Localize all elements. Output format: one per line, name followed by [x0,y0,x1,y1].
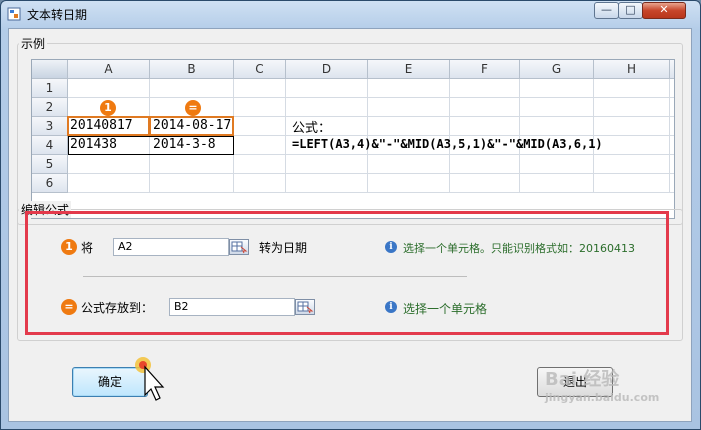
minimize-button[interactable]: — [594,2,619,19]
sheet-cell [670,136,674,155]
sheet-cell [670,174,674,193]
source-cell-picker-button[interactable] [229,239,249,255]
window-title: 文本转日期 [27,8,88,22]
title-bar[interactable]: 文本转日期 — □ ✕ [1,1,700,27]
maximize-button[interactable]: □ [618,2,643,19]
range-select-icon [297,301,314,314]
sheet-cell [670,98,674,117]
sheet-cell[interactable] [234,117,286,136]
step2-badge: = [61,299,77,315]
sheet-cell[interactable] [234,136,286,155]
column-header[interactable]: F [450,60,520,79]
step1-badge: 1 [100,100,116,116]
sheet-cell[interactable] [368,79,450,98]
sheet-cell[interactable] [368,98,450,117]
info-icon: i [385,241,397,253]
step2-badge: = [185,100,201,116]
column-header[interactable]: G [520,60,594,79]
sheet-cell[interactable] [234,98,286,117]
sheet-cell[interactable] [594,98,670,117]
sheet-cell[interactable] [286,155,368,174]
sheet-cell[interactable] [68,174,150,193]
sheet-cell[interactable] [368,155,450,174]
column-header-filler [670,60,674,79]
sheet-cell[interactable] [368,117,450,136]
sheet-cell[interactable] [286,79,368,98]
column-header[interactable]: H [594,60,670,79]
sheet-cell[interactable] [450,117,520,136]
source-cell-input[interactable]: A2 [113,238,229,256]
sheet-cell[interactable] [450,155,520,174]
row-header[interactable]: 5 [32,155,68,174]
sheet-cell [670,79,674,98]
column-header[interactable]: C [234,60,286,79]
range-select-icon [231,241,248,254]
row-header[interactable]: 1 [32,79,68,98]
separator [83,276,467,277]
sheet-cell[interactable] [520,117,594,136]
sheet-cell[interactable] [234,174,286,193]
sheet-cell[interactable] [520,155,594,174]
sheet-cell[interactable] [594,155,670,174]
sheet-cell[interactable] [450,79,520,98]
sheet-cell[interactable] [520,79,594,98]
sheet-corner[interactable] [32,60,68,79]
row2-hint: 选择一个单元格 [403,302,488,316]
highlight-box [25,211,669,335]
sheet-cell [670,155,674,174]
sheet-cell [670,117,674,136]
row1-hint: 选择一个单元格。只能识别格式如：20160413 [403,242,635,255]
row-header[interactable]: 4 [32,136,68,155]
sheet-cell[interactable] [286,98,368,117]
sheet-cell[interactable] [368,174,450,193]
watermark-url: jingyan.baidu.com [545,391,660,404]
sheet-cell[interactable] [68,79,150,98]
sheet-cell[interactable] [594,174,670,193]
row1-prefix-label: 将 [81,241,94,255]
sheet-cell[interactable] [450,174,520,193]
row1-suffix-label: 转为日期 [259,241,308,255]
row-header[interactable]: 6 [32,174,68,193]
column-header[interactable]: D [286,60,368,79]
sheet-cell[interactable] [520,174,594,193]
formula-text: =LEFT(A3,4)&"-"&MID(A3,5,1)&"-"&MID(A3,6… [292,137,603,151]
column-header[interactable]: B [150,60,234,79]
app-icon [7,7,21,21]
step1-badge: 1 [61,239,77,255]
info-icon: i [385,301,397,313]
sheet-cell[interactable] [286,174,368,193]
sheet-cell[interactable] [234,79,286,98]
dialog-client: 示例 A B C D E F G H 1 2 3 4 5 6 1 = 20140817 2014-08-17 201… [8,28,692,422]
target-cell-input[interactable]: B2 [169,298,295,316]
cell-b4: 2014-3-8 [153,137,216,152]
cell-a4: 201438 [70,137,117,152]
example-group-title: 示例 [19,35,48,52]
watermark: Bai 经验 [545,369,620,390]
cell-b3: 2014-08-17 [153,118,232,133]
row-header[interactable]: 3 [32,117,68,136]
example-sheet: A B C D E F G H 1 2 3 4 5 6 1 = 20140817 2014-08-17 201438… [31,59,675,219]
close-button[interactable]: ✕ [642,2,686,19]
sheet-cell[interactable] [234,155,286,174]
sheet-cell[interactable] [450,98,520,117]
target-cell-picker-button[interactable] [295,299,315,315]
sheet-cell[interactable] [520,98,594,117]
sheet-cell[interactable] [68,155,150,174]
column-header[interactable]: E [368,60,450,79]
mouse-cursor-icon [135,357,165,401]
row2-label: 公式存放到： [81,301,154,315]
formula-label: 公式： [292,121,332,136]
column-header[interactable]: A [68,60,150,79]
sheet-cell[interactable] [594,136,670,155]
sheet-cell[interactable] [594,79,670,98]
cell-a3: 20140817 [70,118,133,133]
row-header[interactable]: 2 [32,98,68,117]
sheet-cell[interactable] [594,117,670,136]
sheet-cell[interactable] [150,79,234,98]
sheet-cell[interactable] [150,174,234,193]
sheet-cell[interactable] [150,155,234,174]
